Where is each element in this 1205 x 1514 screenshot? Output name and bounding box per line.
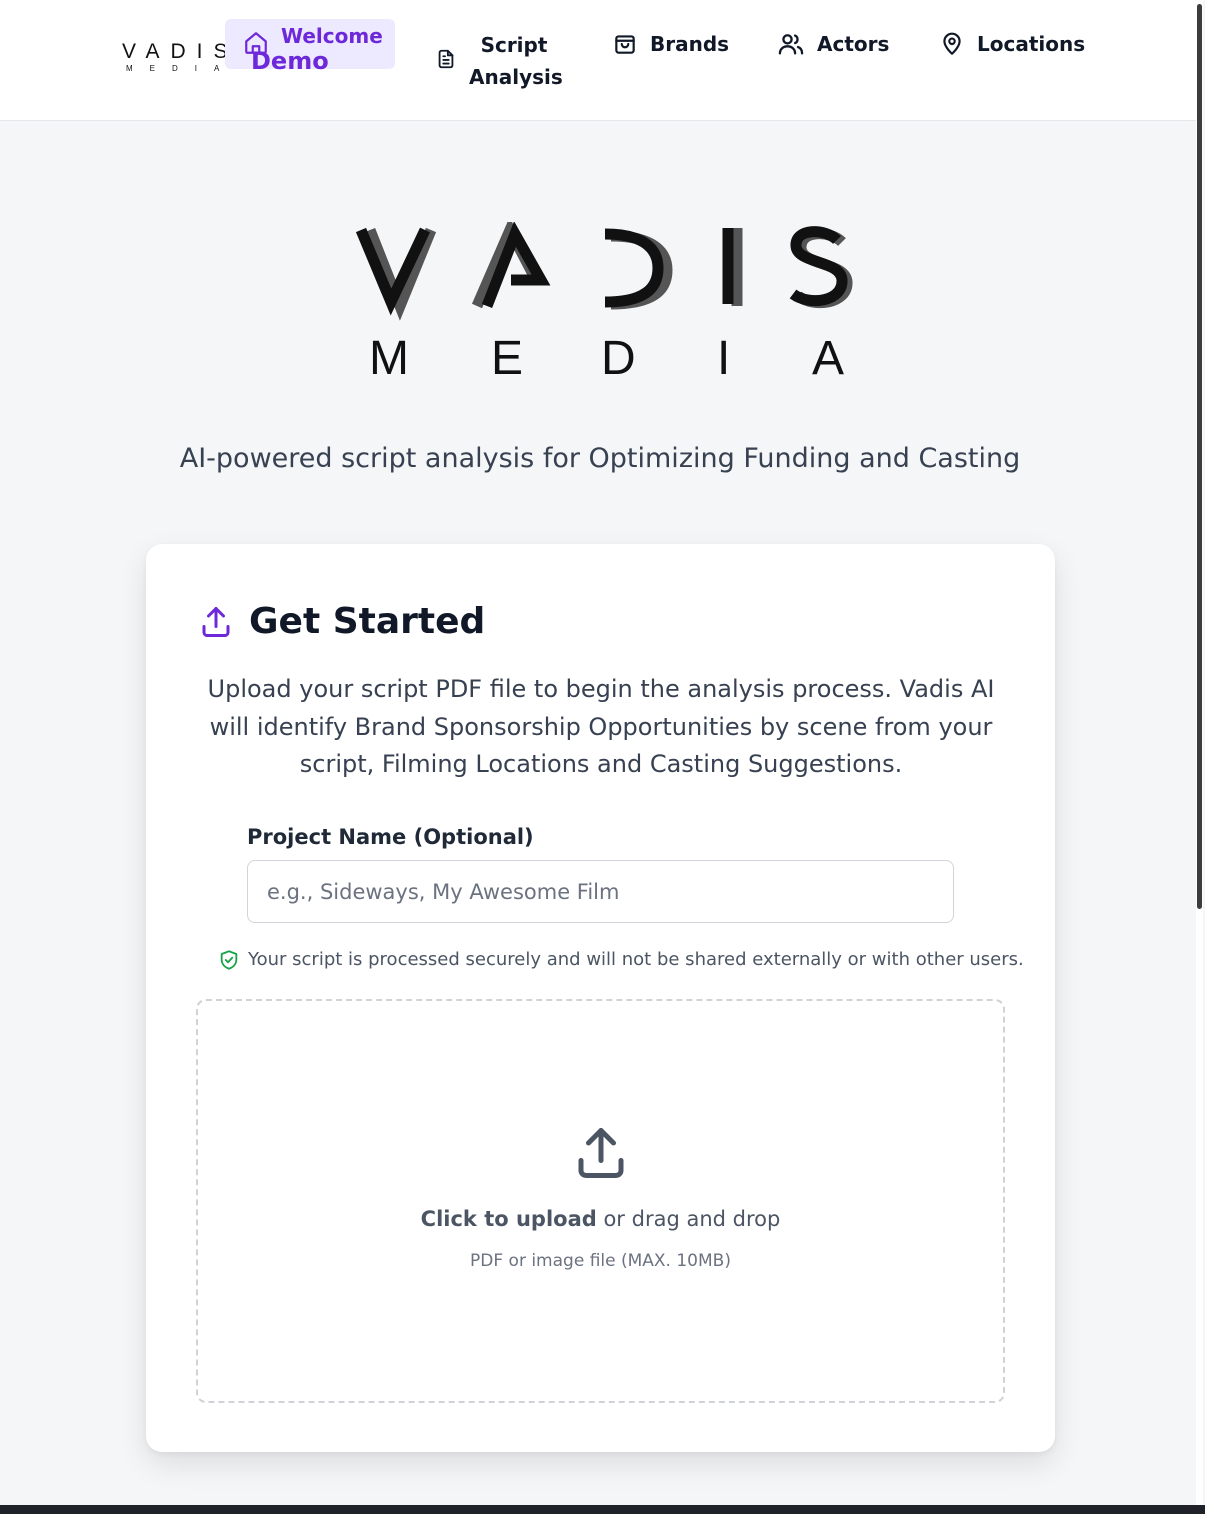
shopping-bag-icon (615, 35, 635, 54)
logo-sub-d: D (601, 332, 636, 382)
card-header: Get Started (198, 600, 485, 644)
drag-drop-text: or drag and drop (596, 1207, 781, 1231)
logo-sub-a: A (812, 332, 844, 382)
nav-item-label: Actors (817, 32, 890, 56)
file-dropzone[interactable]: Click to upload or drag and drop PDF or … (196, 999, 1005, 1403)
nav-item-label-line2: Analysis (469, 65, 563, 89)
shield-check-icon (220, 950, 238, 970)
nav-item-label-line1: Script (480, 33, 548, 57)
upload-icon (202, 607, 230, 637)
page-scrollbar[interactable] (1196, 0, 1203, 1514)
nav-logo-sub: MEDIA (126, 64, 237, 73)
security-note: Your script is processed securely and wi… (218, 948, 1024, 972)
nav-item-label: Locations (977, 32, 1086, 56)
bottom-bar (0, 1505, 1205, 1514)
card-title: Get Started (249, 601, 486, 642)
get-started-card: Get Started Upload your script PDF file … (146, 544, 1055, 1452)
security-note-text: Your script is processed securely and wi… (248, 949, 1024, 970)
upload-icon (578, 1128, 624, 1178)
project-name-input[interactable] (247, 860, 954, 923)
top-navigation: VADIS MEDIA Welcome Demo Script Analysis… (0, 0, 1196, 121)
logo-sub-i: I (717, 332, 730, 382)
project-name-label: Project Name (Optional) (247, 825, 534, 849)
nav-item-script-analysis[interactable]: Script Analysis (435, 29, 563, 93)
card-intro: Upload your script PDF file to begin the… (207, 675, 995, 778)
demo-label: Demo (251, 47, 329, 75)
vadis-media-logo: M E D I A (355, 222, 853, 382)
users-icon (778, 34, 804, 55)
nav-item-locations[interactable]: Locations (939, 28, 1085, 60)
document-icon (438, 49, 454, 69)
upload-hint: PDF or image file (MAX. 10MB) (470, 1251, 731, 1271)
hero-tagline: AI-powered script analysis for Optimizin… (179, 443, 1021, 474)
nav-item-label: Brands (650, 32, 730, 56)
logo-sub-e: E (491, 332, 523, 382)
nav-logo[interactable]: VADIS MEDIA (122, 40, 239, 74)
nav-item-actors[interactable]: Actors (777, 28, 889, 60)
logo-sub-m: M (369, 332, 409, 382)
nav-logo-main: VADIS (122, 40, 239, 63)
nav-item-brands[interactable]: Brands (612, 28, 729, 60)
nav-item-label: Script Analysis (469, 29, 563, 93)
map-pin-icon (943, 32, 961, 55)
click-to-upload-link[interactable]: Click to upload (421, 1207, 597, 1231)
upload-cta: Click to upload or drag and drop (198, 1205, 1003, 1233)
